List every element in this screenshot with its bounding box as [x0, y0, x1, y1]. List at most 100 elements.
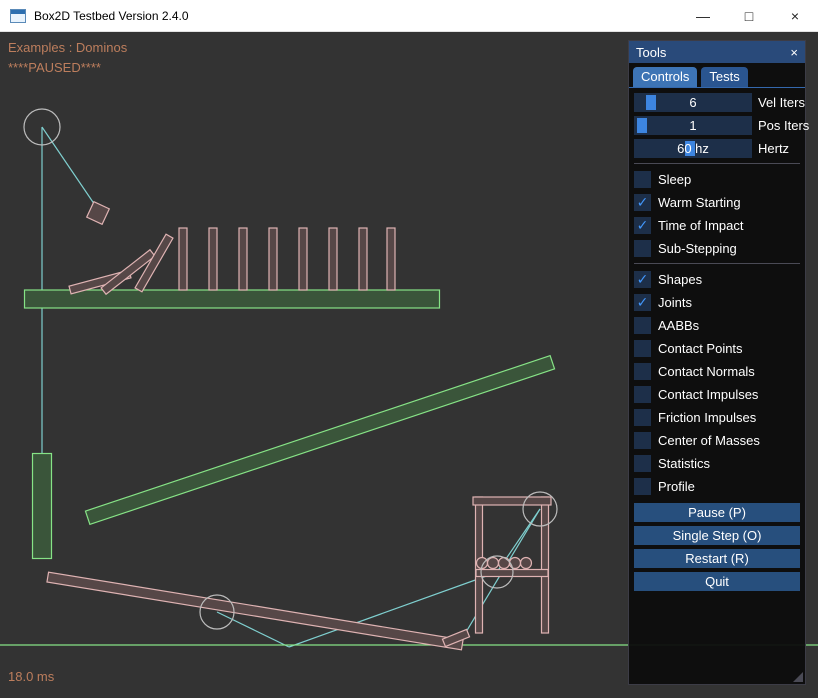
- resize-grip[interactable]: [793, 672, 803, 682]
- tools-panel: Tools × ControlsTests 6Vel Iters1Pos Ite…: [628, 40, 806, 685]
- checkbox-aabbs[interactable]: AABBs: [634, 317, 800, 334]
- platform: [25, 290, 440, 308]
- checkmark-icon[interactable]: ✓: [634, 194, 651, 211]
- checkbox-box[interactable]: [634, 478, 651, 495]
- tools-close-icon[interactable]: ×: [790, 45, 798, 60]
- domino[interactable]: [209, 228, 217, 290]
- pulley-weight: [33, 454, 52, 559]
- button-single-step-o[interactable]: Single Step (O): [634, 526, 800, 545]
- checkbox-label: Center of Masses: [658, 433, 760, 448]
- checkbox-box[interactable]: [634, 409, 651, 426]
- checkbox-label: Shapes: [658, 272, 702, 287]
- domino[interactable]: [329, 228, 337, 290]
- checkbox-box[interactable]: [634, 386, 651, 403]
- checkbox-profile[interactable]: Profile: [634, 478, 800, 495]
- button-restart-r[interactable]: Restart (R): [634, 549, 800, 568]
- domino[interactable]: [239, 228, 247, 290]
- domino[interactable]: [269, 228, 277, 290]
- slider-section: 6Vel Iters1Pos Iters60 hzHertz: [634, 93, 800, 158]
- slider-hertz: 60 hz Hertz: [634, 139, 800, 158]
- slider-value: 1: [634, 116, 752, 135]
- tools-panel-title: Tools: [636, 45, 790, 60]
- slider-label: Vel Iters: [758, 95, 805, 110]
- checkmark-icon[interactable]: ✓: [634, 271, 651, 288]
- checkbox-time-of-impact[interactable]: ✓ Time of Impact: [634, 217, 800, 234]
- pendulum-bob[interactable]: [87, 202, 110, 225]
- plank[interactable]: [47, 572, 463, 650]
- frame-shelf[interactable]: [476, 570, 548, 577]
- checkbox-box[interactable]: [634, 240, 651, 257]
- checkbox-friction-impulses[interactable]: Friction Impulses: [634, 409, 800, 426]
- slider-value: 60 hz: [634, 139, 752, 158]
- separator: [634, 163, 800, 164]
- slider-frame-vel-iters[interactable]: 6: [634, 93, 752, 112]
- checkbox-box[interactable]: [634, 363, 651, 380]
- maximize-button[interactable]: □: [726, 0, 772, 32]
- checkbox-label: Joints: [658, 295, 692, 310]
- checkbox-warm-starting[interactable]: ✓ Warm Starting: [634, 194, 800, 211]
- domino[interactable]: [359, 228, 367, 290]
- checkbox-label: Contact Points: [658, 341, 743, 356]
- checkbox-label: Profile: [658, 479, 695, 494]
- checkbox-box[interactable]: [634, 455, 651, 472]
- slider-pos-iters: 1Pos Iters: [634, 116, 800, 135]
- pendulum-rope: [42, 127, 99, 211]
- checkbox-label: Time of Impact: [658, 218, 743, 233]
- app-window: Box2D Testbed Version 2.4.0 — □ × Exampl…: [0, 0, 818, 698]
- checkbox-label: Sub-Stepping: [658, 241, 737, 256]
- tab-bar: ControlsTests: [629, 63, 805, 88]
- slider-frame-hertz[interactable]: 60 hz: [634, 139, 752, 158]
- checkbox-label: Contact Impulses: [658, 387, 758, 402]
- checkbox-box[interactable]: [634, 340, 651, 357]
- checkbox-sleep[interactable]: Sleep: [634, 171, 800, 188]
- slider-label: Hertz: [758, 141, 789, 156]
- checkbox-label: AABBs: [658, 318, 699, 333]
- window-title: Box2D Testbed Version 2.4.0: [34, 9, 680, 23]
- domino[interactable]: [387, 228, 395, 290]
- checkbox-contact-points[interactable]: Contact Points: [634, 340, 800, 357]
- close-button[interactable]: ×: [772, 0, 818, 32]
- button-pause-p[interactable]: Pause (P): [634, 503, 800, 522]
- slider-label: Pos Iters: [758, 118, 809, 133]
- slider-frame-pos-iters[interactable]: 1: [634, 116, 752, 135]
- checkmark-icon[interactable]: ✓: [634, 217, 651, 234]
- checkbox-sub-stepping[interactable]: Sub-Stepping: [634, 240, 800, 257]
- checkbox-label: Contact Normals: [658, 364, 755, 379]
- checkbox-box[interactable]: [634, 171, 651, 188]
- window-titlebar[interactable]: Box2D Testbed Version 2.4.0 — □ ×: [0, 0, 818, 32]
- ball[interactable]: [499, 558, 510, 569]
- slider-value: 6: [634, 93, 752, 112]
- frame-beam[interactable]: [473, 497, 551, 505]
- checkbox-center-of-masses[interactable]: Center of Masses: [634, 432, 800, 449]
- checkbox-label: Friction Impulses: [658, 410, 756, 425]
- frame-time-label: 18.0 ms: [8, 669, 54, 684]
- app-icon: [10, 9, 26, 23]
- ball[interactable]: [521, 558, 532, 569]
- minimize-button[interactable]: —: [680, 0, 726, 32]
- checkbox-box[interactable]: [634, 432, 651, 449]
- checkbox-statistics[interactable]: Statistics: [634, 455, 800, 472]
- checkbox-label: Warm Starting: [658, 195, 741, 210]
- separator: [634, 263, 800, 264]
- checkbox-contact-normals[interactable]: Contact Normals: [634, 363, 800, 380]
- checkbox-joints[interactable]: ✓ Joints: [634, 294, 800, 311]
- checkbox-shapes[interactable]: ✓ Shapes: [634, 271, 800, 288]
- checkbox-label: Sleep: [658, 172, 691, 187]
- frame-post-right[interactable]: [542, 497, 549, 633]
- checkbox-contact-impulses[interactable]: Contact Impulses: [634, 386, 800, 403]
- tools-body: 6 Vel Iters 1Pos Iters 60 hz Hertz Sleep ✓ War…: [629, 88, 805, 600]
- window-controls: — □ ×: [680, 0, 818, 32]
- tools-panel-titlebar[interactable]: Tools ×: [629, 41, 805, 63]
- domino[interactable]: [179, 228, 187, 290]
- ball[interactable]: [488, 558, 499, 569]
- draw-checkbox-group: ✓ Shapes ✓ Joints AABBs Contact Points Contact…: [634, 271, 800, 495]
- domino[interactable]: [299, 228, 307, 290]
- checkmark-icon[interactable]: ✓: [634, 294, 651, 311]
- checkbox-label: Statistics: [658, 456, 710, 471]
- checkbox-box[interactable]: [634, 317, 651, 334]
- button-quit[interactable]: Quit: [634, 572, 800, 591]
- tab-controls[interactable]: Controls: [633, 67, 697, 87]
- tab-tests[interactable]: Tests: [701, 67, 747, 87]
- action-buttons: Pause (P) Single Step (O) Restart (R) Quit: [634, 503, 800, 591]
- ball[interactable]: [510, 558, 521, 569]
